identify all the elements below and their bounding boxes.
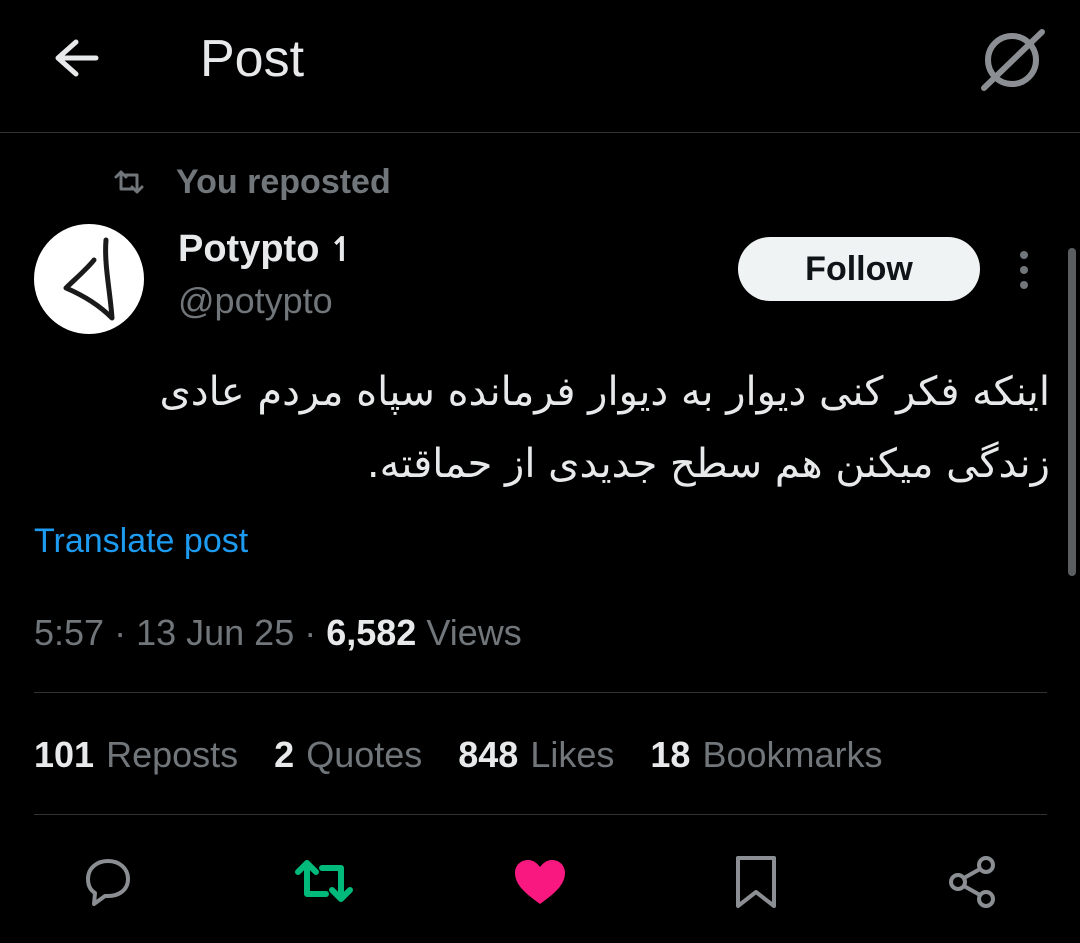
like-button[interactable] bbox=[510, 852, 570, 912]
arrow-left-icon bbox=[55, 39, 99, 77]
views-count: 6,582 bbox=[326, 612, 417, 653]
more-options-button[interactable] bbox=[1006, 248, 1042, 292]
divider bbox=[34, 814, 1047, 815]
stat-label: Quotes bbox=[306, 734, 423, 775]
stat-label: Bookmarks bbox=[702, 734, 883, 775]
views-label: Views bbox=[426, 612, 522, 653]
stat-label: Likes bbox=[530, 734, 615, 775]
back-button[interactable] bbox=[44, 28, 108, 92]
post-date[interactable]: 13 Jun 25 bbox=[136, 612, 294, 653]
bookmark-button[interactable] bbox=[726, 852, 786, 912]
grok-icon bbox=[981, 29, 1045, 91]
author-handle[interactable]: @potypto bbox=[178, 280, 333, 322]
repost-button[interactable] bbox=[294, 852, 354, 912]
header-bar: Post bbox=[0, 0, 1080, 133]
engagement-stats: 101 Reposts 2 Quotes 848 Likes 18 Bookmarks bbox=[34, 734, 919, 776]
grok-button[interactable] bbox=[976, 22, 1050, 96]
stat-reposts[interactable]: 101 Reposts bbox=[34, 734, 238, 776]
scrollbar[interactable] bbox=[1068, 248, 1076, 576]
avatar[interactable] bbox=[34, 224, 144, 334]
author-name-suffix: ↿ bbox=[327, 230, 356, 269]
bookmark-icon bbox=[736, 856, 776, 908]
meta-separator: · bbox=[294, 612, 327, 653]
follow-button[interactable]: Follow bbox=[738, 237, 980, 301]
author-name[interactable]: Potypto ↿ bbox=[178, 228, 356, 271]
reply-button[interactable] bbox=[78, 852, 138, 912]
avatar-glyph-icon bbox=[63, 237, 115, 321]
stat-number: 101 bbox=[34, 734, 95, 775]
stat-number: 2 bbox=[274, 734, 295, 775]
post-text: اینکه فکر کنی دیوار به دیوار فرمانده سپا… bbox=[159, 369, 1050, 487]
translate-post-link[interactable]: Translate post bbox=[34, 522, 248, 561]
page-title: Post bbox=[200, 30, 305, 88]
more-vertical-icon bbox=[1020, 251, 1028, 289]
meta-separator: · bbox=[104, 612, 137, 653]
stat-label: Reposts bbox=[106, 734, 239, 775]
author-name-text: Potypto bbox=[178, 228, 320, 270]
repost-active-icon bbox=[295, 860, 353, 902]
share-button[interactable] bbox=[942, 852, 1002, 912]
post-page: Post You reposted Potypto ↿ @potypto Fol… bbox=[0, 0, 1080, 943]
share-icon bbox=[949, 856, 995, 908]
repost-context: You reposted bbox=[112, 160, 391, 204]
stat-bookmarks[interactable]: 18 Bookmarks bbox=[650, 734, 882, 776]
post-time[interactable]: 5:57 bbox=[34, 612, 104, 653]
repost-context-label: You reposted bbox=[176, 162, 391, 201]
stat-likes[interactable]: 848 Likes bbox=[458, 734, 614, 776]
heart-filled-icon bbox=[515, 860, 565, 904]
post-meta: 5:57 · 13 Jun 25 · 6,582 Views bbox=[34, 612, 522, 654]
stat-quotes[interactable]: 2 Quotes bbox=[274, 734, 422, 776]
divider bbox=[34, 692, 1047, 693]
stat-number: 848 bbox=[458, 734, 519, 775]
repost-icon bbox=[114, 170, 144, 194]
stat-number: 18 bbox=[650, 734, 691, 775]
reply-icon bbox=[86, 859, 130, 906]
